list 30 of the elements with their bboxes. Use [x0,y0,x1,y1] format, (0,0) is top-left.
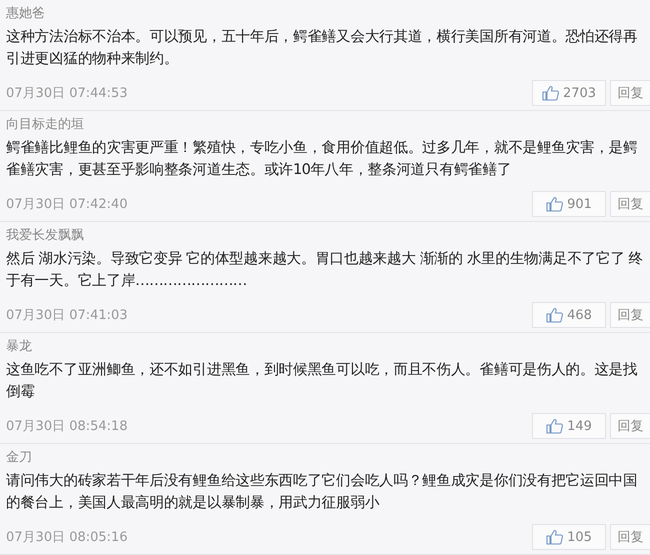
comment-author: 我爱长发飘飘 [6,227,84,245]
like-button[interactable]: 105 [532,524,606,550]
comment-author: 金刀 [6,449,32,467]
comment-author: 暴龙 [6,338,32,356]
thumbs-up-icon [546,196,564,212]
comment-author: 惠她爸 [6,5,45,23]
comment-text: 这种方法治标不治本。可以预见，五十年后，鳄雀鳝又会大行其道，横行美国所有河道。恐怕还得再引进更凶猛的物种来制约。 [6,27,638,69]
thumbs-up-icon [546,529,564,545]
comment-text: 这鱼吃不了亚洲鲫鱼，还不如引进黑鱼，到时候黑鱼可以吃，而且不伤人。雀鳝可是伤人的。这是找倒霉 [6,360,638,402]
reply-button[interactable]: 回复 [610,191,650,217]
comment-text: 鳄雀鳝比鲤鱼的灾害更严重！繁殖快，专吃小鱼，食用价值超低。过多几年，就不是鲤鱼灾害，是鳄雀鳝灾害，更甚至乎影响整条河道生态。或许10年八年，整条河道只有鳄雀鳝了 [6,138,638,180]
comment-text: 然后 湖水污染。导致它变异 它的体型越来越大。胃口也越来越大 渐渐的 水里的生物满足不了它了 终于有一天。它上了岸…………………… [6,249,644,291]
like-button[interactable]: 149 [532,413,606,439]
like-button[interactable]: 468 [532,302,606,328]
comment-time: 07月30日 07:41:03 [6,307,128,324]
like-button[interactable]: 901 [532,191,606,217]
comment-time: 07月30日 08:05:16 [6,529,128,546]
thumbs-up-icon [546,307,564,323]
comment-time: 07月30日 07:42:40 [6,196,128,213]
thumbs-up-icon [542,85,559,101]
comment-author: 向目标走的垣 [6,116,84,134]
thumbs-up-icon [546,418,564,434]
reply-button[interactable]: 回复 [610,80,650,106]
reply-button[interactable]: 回复 [610,524,650,550]
like-button[interactable]: 2703 [532,80,606,106]
comment-text: 请问伟大的砖家若干年后没有鲤鱼给这些东西吃了它们会吃人吗？鲤鱼成灾是你们没有把它运回中国的餐台上，美国人最高明的就是以暴制暴，用武力征服弱小 [6,471,638,513]
comment-time: 07月30日 08:54:18 [6,418,128,435]
reply-button[interactable]: 回复 [610,302,650,328]
comment-time: 07月30日 07:44:53 [6,85,128,102]
reply-button[interactable]: 回复 [610,413,650,439]
